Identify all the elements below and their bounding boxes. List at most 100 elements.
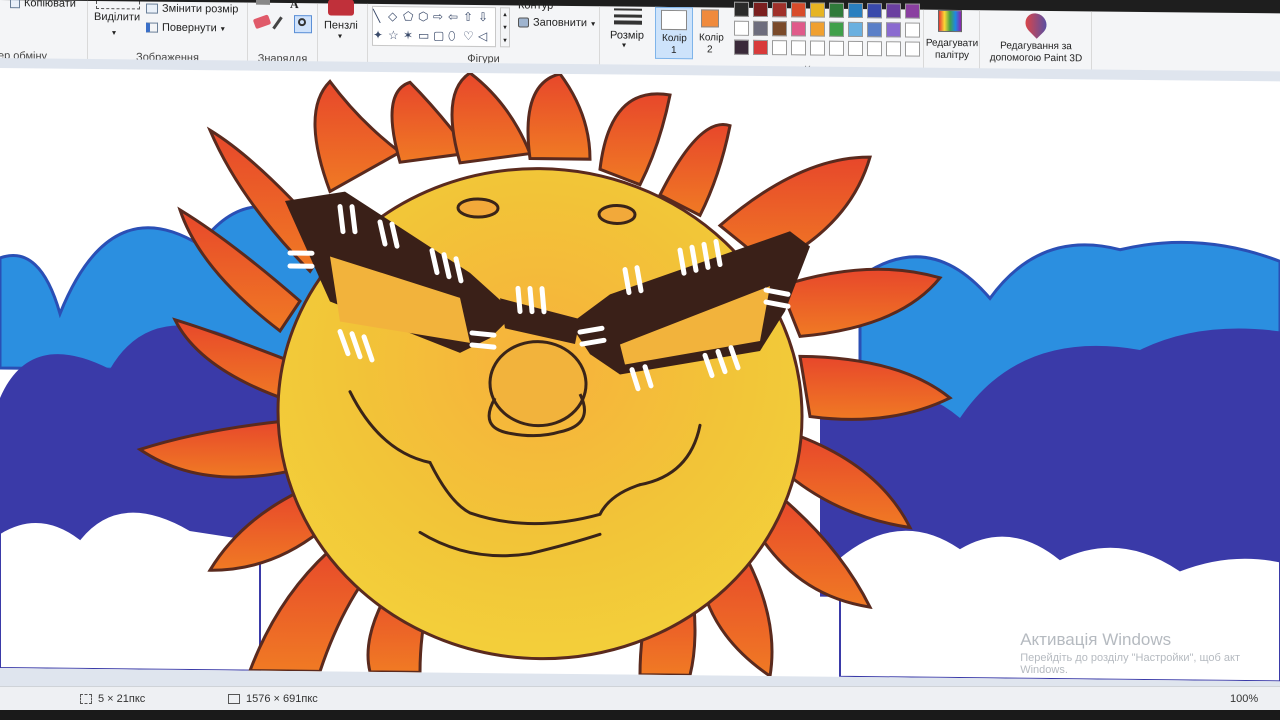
shape-arrow-right-icon[interactable]: ⇨ bbox=[433, 8, 448, 27]
resize-label: Змінити розмір bbox=[162, 2, 239, 16]
brush-icon bbox=[328, 0, 354, 16]
palette-swatch[interactable] bbox=[791, 40, 806, 56]
select-label: Виділити bbox=[94, 10, 141, 24]
palette-swatch[interactable] bbox=[772, 2, 787, 18]
palette-swatch[interactable] bbox=[905, 41, 920, 57]
shape-callout-rect-icon[interactable]: ▭ bbox=[418, 26, 433, 45]
shape-heart-icon[interactable]: ♡ bbox=[463, 27, 478, 46]
paint3d-label-line1: Редагування за bbox=[1000, 40, 1072, 53]
palette-swatch[interactable] bbox=[753, 1, 768, 18]
fill-bucket-icon bbox=[518, 17, 529, 28]
select-icon bbox=[96, 1, 140, 10]
shape-callout-round-icon[interactable]: ▢ bbox=[433, 27, 448, 46]
palette-swatch[interactable] bbox=[772, 40, 787, 56]
watermark-line2: Windows. bbox=[1020, 664, 1068, 676]
palette-swatch[interactable] bbox=[772, 21, 787, 37]
palette-swatch[interactable] bbox=[867, 22, 882, 38]
watermark-line1: Перейдіть до розділу "Настройки", щоб ак… bbox=[1020, 652, 1240, 664]
shape-arrow-down-icon[interactable]: ⇩ bbox=[478, 8, 493, 27]
palette-swatch[interactable] bbox=[848, 2, 863, 19]
sun-ray bbox=[450, 71, 533, 165]
palette-swatch[interactable] bbox=[753, 39, 768, 56]
palette-swatch[interactable] bbox=[810, 40, 825, 56]
palette-swatch[interactable] bbox=[810, 21, 825, 37]
shape-triangle-icon[interactable]: ◁ bbox=[478, 27, 493, 46]
zoom-level[interactable]: 100% bbox=[1230, 693, 1258, 705]
rotate-icon bbox=[146, 22, 158, 33]
palette-swatch[interactable] bbox=[829, 21, 844, 37]
windows-activation-watermark: Активація Windows Перейдіть до розділу "… bbox=[1020, 630, 1240, 676]
left-eye bbox=[456, 197, 500, 219]
palette-swatch[interactable] bbox=[791, 21, 806, 37]
color2-number: 2 bbox=[707, 44, 713, 56]
resize-button[interactable]: Змінити розмір bbox=[146, 2, 239, 16]
select-dropdown-icon[interactable]: ▾ bbox=[112, 28, 116, 37]
edit-colors-button[interactable]: Редагувати палітру bbox=[924, 9, 980, 77]
edit-colors-label-line2: палітру bbox=[934, 49, 970, 62]
rotate-button[interactable]: Повернути ▾ bbox=[146, 22, 225, 35]
copy-button[interactable]: Копіювати bbox=[10, 0, 76, 10]
palette-swatch[interactable] bbox=[886, 22, 901, 38]
magnifier-icon bbox=[298, 18, 306, 27]
shape-arrow-up-icon[interactable]: ⇧ bbox=[463, 8, 478, 27]
shape-star4-icon[interactable]: ✦ bbox=[373, 26, 388, 45]
shape-line-icon[interactable]: ╲ bbox=[373, 7, 388, 26]
fill-button[interactable]: Заповнити ▾ bbox=[518, 16, 595, 29]
paint3d-button[interactable]: Редагування за допомогою Paint 3D bbox=[980, 8, 1092, 78]
eraser-icon[interactable] bbox=[252, 14, 272, 30]
select-button[interactable]: Виділити bbox=[94, 11, 140, 23]
text-icon[interactable]: A bbox=[290, 0, 299, 12]
shapes-scroll[interactable]: ▴ ▾ ▾ bbox=[500, 7, 510, 48]
canvas-size-icon bbox=[228, 694, 240, 704]
palette-swatch[interactable] bbox=[734, 39, 749, 55]
copy-label: Копіювати bbox=[24, 0, 76, 10]
canvas-size-item: 1576 × 691пкс bbox=[228, 693, 318, 705]
watermark-title: Активація Windows bbox=[1020, 630, 1172, 649]
shape-arrow-left-icon[interactable]: ⇦ bbox=[448, 8, 463, 27]
canvas-size-value: 1576 × 691пкс bbox=[246, 693, 318, 705]
shape-diamond-icon[interactable]: ◇ bbox=[388, 7, 403, 26]
palette-swatch[interactable] bbox=[867, 3, 882, 19]
edit-colors-label: Редагувати палітру bbox=[924, 38, 980, 63]
shape-hexagon-icon[interactable]: ⬡ bbox=[418, 7, 433, 26]
palette-swatch[interactable] bbox=[829, 40, 844, 56]
brushes-label: Пензлі bbox=[324, 19, 358, 32]
palette-swatch[interactable] bbox=[753, 20, 768, 37]
palette-swatch[interactable] bbox=[734, 1, 749, 17]
palette-swatch[interactable] bbox=[829, 2, 844, 18]
palette-swatch[interactable] bbox=[886, 3, 901, 19]
size-line-thin bbox=[614, 8, 642, 11]
shape-star6-icon[interactable]: ✶ bbox=[403, 26, 418, 45]
shape-pentagon-icon[interactable]: ⬠ bbox=[403, 7, 418, 26]
pencil-icon[interactable] bbox=[256, 0, 270, 5]
shape-star5-icon[interactable]: ☆ bbox=[388, 26, 403, 45]
palette-swatch[interactable] bbox=[848, 40, 863, 57]
drawing-canvas[interactable] bbox=[0, 68, 1280, 682]
color1-button[interactable]: Колір 1 bbox=[655, 6, 693, 60]
palette-swatch[interactable] bbox=[791, 2, 806, 18]
sun-ray bbox=[313, 79, 403, 194]
size-button[interactable]: Розмір ▾ bbox=[604, 6, 652, 73]
palette-swatch[interactable] bbox=[810, 2, 825, 18]
palette-swatch[interactable] bbox=[905, 3, 920, 19]
fill-dropdown-icon: ▾ bbox=[591, 18, 596, 28]
rotate-label: Повернути bbox=[162, 21, 217, 35]
right-eye bbox=[597, 203, 637, 225]
palette-swatch[interactable] bbox=[848, 21, 863, 38]
magnifier-button[interactable] bbox=[294, 15, 312, 34]
outline-button[interactable]: Контур bbox=[518, 0, 553, 12]
color2-swatch bbox=[701, 9, 719, 28]
color-picker-icon[interactable] bbox=[272, 16, 283, 30]
sun-ray bbox=[526, 72, 592, 161]
brushes-group[interactable]: Пензлі ▾ bbox=[318, 0, 368, 70]
shape-callout-oval-icon[interactable]: ⬯ bbox=[448, 27, 463, 46]
shapes-gallery[interactable]: ╲ ◇ ⬠ ⬡ ⇨ ⇦ ⇧ ⇩ ✦ ☆ ✶ ▭ ▢ ⬯ ♡ ◁ bbox=[372, 5, 496, 48]
tools-group: A Знаряддя bbox=[248, 0, 318, 70]
palette-swatch[interactable] bbox=[905, 22, 920, 38]
color2-button[interactable]: Колір 2 bbox=[695, 7, 727, 59]
palette-swatch[interactable] bbox=[867, 41, 882, 57]
palette-swatch[interactable] bbox=[734, 20, 749, 36]
color-palette bbox=[728, 1, 923, 57]
size-dropdown-icon: ▾ bbox=[622, 40, 627, 50]
palette-swatch[interactable] bbox=[886, 41, 901, 57]
